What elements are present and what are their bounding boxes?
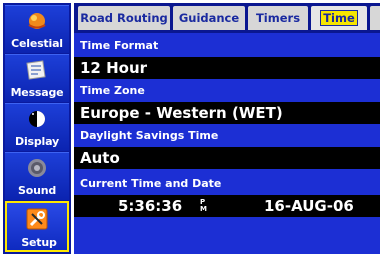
- ampm-bottom: M: [200, 205, 207, 213]
- sidebar: Celestial Message Display Sound Setup: [3, 3, 71, 254]
- sidebar-item-sound[interactable]: Sound: [5, 152, 69, 200]
- am-pm-indicator: P M: [200, 199, 208, 213]
- sidebar-item-display[interactable]: Display: [5, 103, 69, 151]
- sidebar-item-label: Message: [10, 86, 64, 99]
- message-icon: [26, 60, 46, 80]
- tab-label: Time: [320, 10, 358, 26]
- display-icon: [29, 111, 45, 127]
- time-format-field[interactable]: 12 Hour: [74, 57, 380, 79]
- current-time-value: 5:36:36: [118, 197, 183, 215]
- tab-label: Guidance: [178, 11, 240, 25]
- sidebar-item-label: Sound: [17, 184, 57, 197]
- time-format-label: Time Format: [80, 39, 159, 52]
- sidebar-item-label: Display: [15, 135, 59, 148]
- setup-time-panel: Road Routing Guidance Timers Time Time F…: [74, 3, 380, 254]
- sound-icon: [28, 159, 46, 177]
- tab-road-routing[interactable]: Road Routing: [78, 6, 170, 30]
- device-screen: Celestial Message Display Sound Setup Ro…: [0, 0, 383, 258]
- tab-label: Road Routing: [80, 11, 168, 25]
- tab-guidance[interactable]: Guidance: [173, 6, 245, 30]
- tab-more[interactable]: [370, 6, 380, 30]
- tab-timers[interactable]: Timers: [248, 6, 308, 30]
- sidebar-item-label: Setup: [21, 236, 57, 249]
- celestial-icon: [28, 13, 46, 29]
- setup-icon: [26, 208, 48, 230]
- current-time-label: Current Time and Date: [80, 177, 222, 190]
- sidebar-item-celestial[interactable]: Celestial: [5, 5, 69, 53]
- current-time-field: 5:36:36 P M 16-AUG-06: [74, 195, 380, 217]
- sidebar-item-label: Celestial: [11, 37, 63, 50]
- daylight-savings-label: Daylight Savings Time: [80, 129, 219, 142]
- current-date-value: 16-AUG-06: [264, 197, 354, 215]
- time-zone-label: Time Zone: [80, 84, 145, 97]
- sidebar-item-setup[interactable]: Setup: [5, 201, 69, 252]
- sidebar-item-message[interactable]: Message: [5, 54, 69, 102]
- tab-time[interactable]: Time: [311, 6, 367, 30]
- tab-bar: Road Routing Guidance Timers Time: [74, 3, 380, 33]
- time-zone-field[interactable]: Europe - Western (WET): [74, 102, 380, 124]
- tab-label: Timers: [255, 11, 301, 25]
- daylight-savings-field[interactable]: Auto: [74, 147, 380, 169]
